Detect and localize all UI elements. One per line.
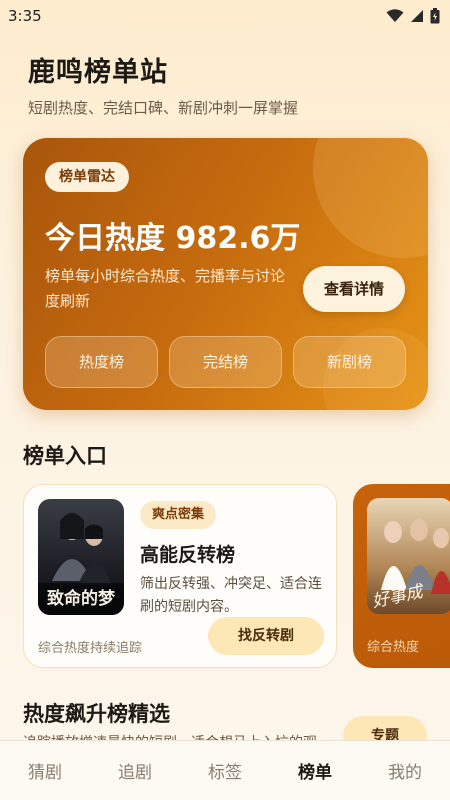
poster-image: 致命的梦 xyxy=(38,499,124,615)
nav-item-guess[interactable]: 猜剧 xyxy=(0,758,90,783)
nav-item-profile[interactable]: 我的 xyxy=(360,758,450,783)
bottom-nav: 猜剧 追剧 标签 榜单 我的 xyxy=(0,740,450,800)
entry-card-reversal[interactable]: 致命的梦 爽点密集 高能反转榜 筛出反转强、冲突足、适合连刷的短剧内容。 综合热… xyxy=(23,484,337,668)
status-icons xyxy=(386,8,440,24)
page-subtitle: 短剧热度、完结口碑、新剧冲刺一屏掌握 xyxy=(28,99,299,117)
entry-footer-2: 综合热度 xyxy=(367,640,420,655)
hero-card: 榜单雷达 今日热度 982.6万 榜单每小时综合热度、完播率与讨论度刷新 查看详… xyxy=(23,138,428,410)
chip-new-list[interactable]: 新剧榜 xyxy=(293,336,406,388)
entry-footer: 综合热度持续追踪 xyxy=(38,641,143,656)
wifi-icon xyxy=(386,9,404,22)
view-details-button[interactable]: 查看详情 xyxy=(303,266,405,312)
hero-heading: 今日热度 982.6万 xyxy=(45,221,301,256)
battery-icon xyxy=(430,8,440,24)
find-reversal-button[interactable]: 找反转剧 xyxy=(208,617,324,655)
nav-item-follow[interactable]: 追剧 xyxy=(90,758,180,783)
poster-image-2: 好事成 xyxy=(367,498,450,614)
hero-chip-group: 热度榜 完结榜 新剧榜 xyxy=(45,336,406,388)
status-bar: 3:35 xyxy=(0,0,450,32)
rising-section-title: 热度飙升榜精选 xyxy=(23,702,170,726)
entry-title: 高能反转榜 xyxy=(140,544,236,566)
hero-description: 榜单每小时综合热度、完播率与讨论度刷新 xyxy=(45,267,286,310)
entry-tag: 爽点密集 xyxy=(140,501,217,529)
entries-section-title: 榜单入口 xyxy=(23,444,107,468)
entry-description: 筛出反转强、冲突足、适合连刷的短剧内容。 xyxy=(140,576,322,615)
hero-badge: 榜单雷达 xyxy=(45,162,129,192)
entry-card-second[interactable]: 好事成 综合热度 xyxy=(353,484,450,668)
chip-hot-list[interactable]: 热度榜 xyxy=(45,336,158,388)
poster-title: 致命的梦 xyxy=(47,589,115,609)
chip-finished-list[interactable]: 完结榜 xyxy=(169,336,282,388)
signal-icon xyxy=(411,10,423,22)
page-title: 鹿鸣榜单站 xyxy=(28,57,168,88)
app-screen: 3:35 鹿鸣榜单站 短剧热度、完结口碑、新剧冲刺一屏掌握 榜单雷达 今日热度 … xyxy=(0,0,450,800)
status-time: 3:35 xyxy=(8,7,42,25)
nav-item-rankings[interactable]: 榜单 xyxy=(270,758,360,783)
nav-item-tags[interactable]: 标签 xyxy=(180,758,270,783)
